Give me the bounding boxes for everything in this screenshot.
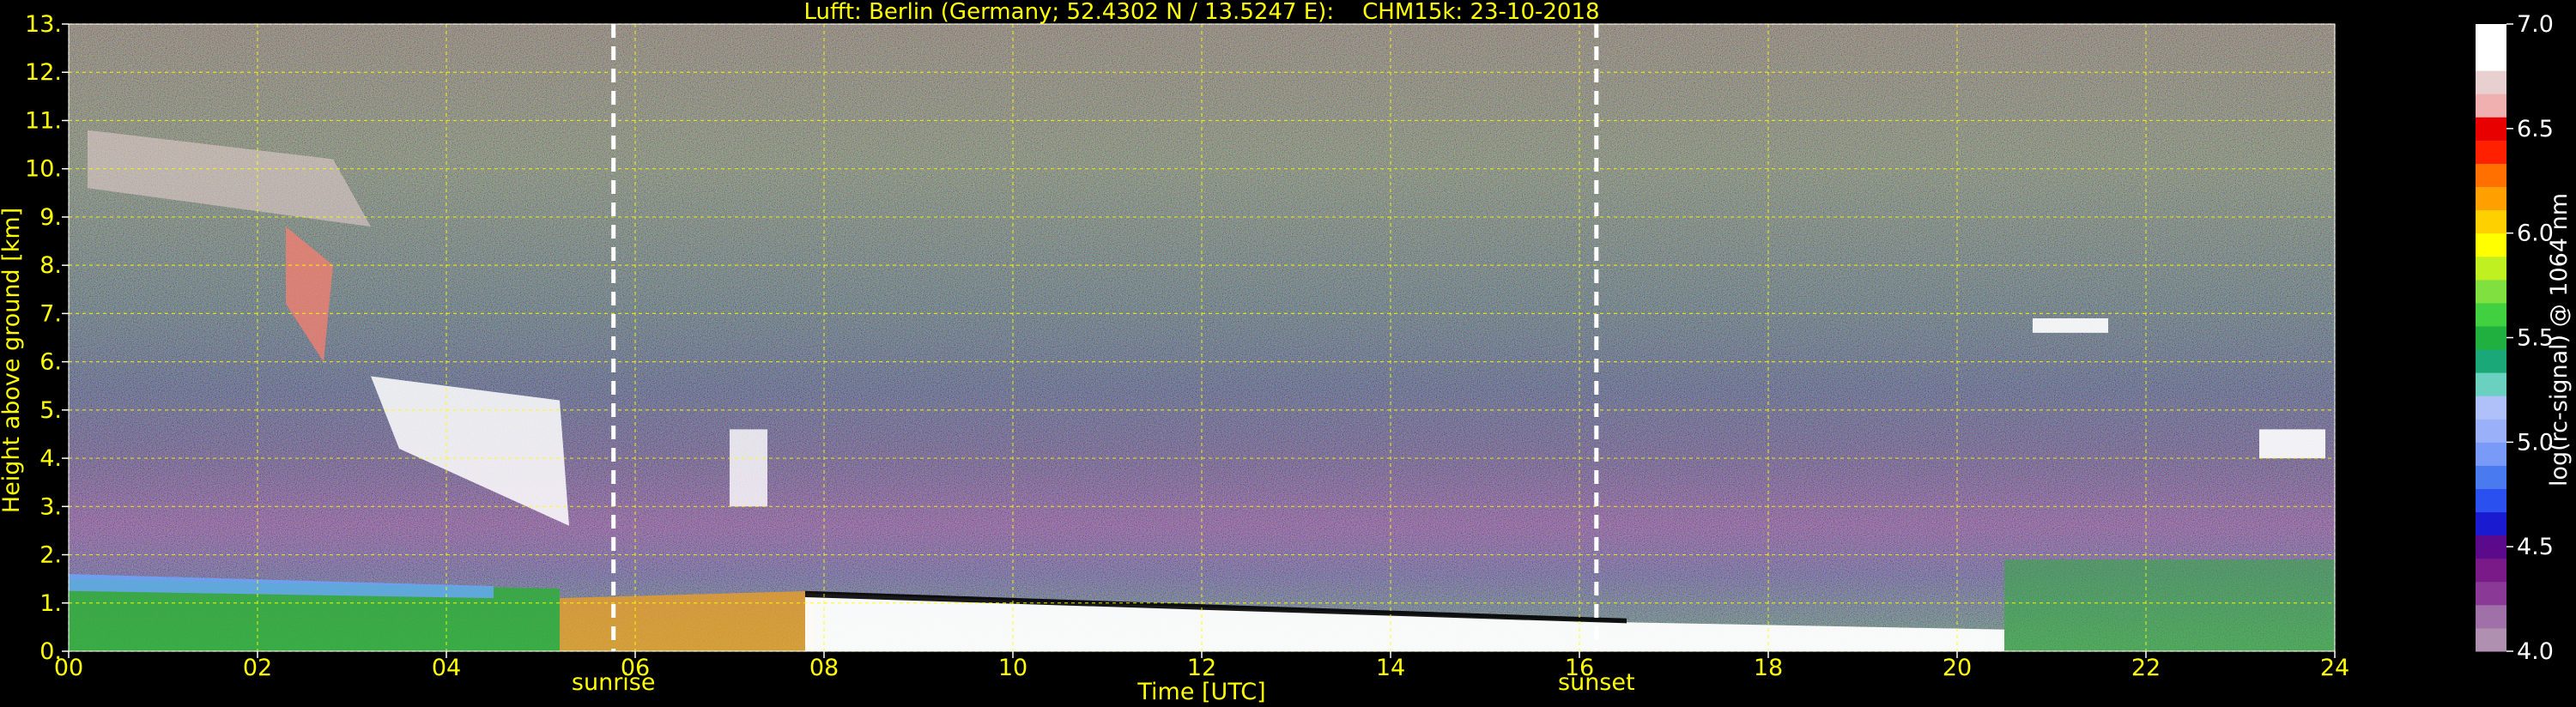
- colorbar-segment: [2476, 325, 2506, 350]
- sun-marker-labels: sunrise sunset: [572, 669, 1635, 696]
- x-axis-ticks: 00 02 04 06 08 10 12 14 16 18 20 22 24: [54, 651, 2349, 681]
- colorbar-segment: [2476, 47, 2506, 71]
- colorbar-segment: [2476, 209, 2506, 234]
- x-tick-label: 10: [998, 655, 1027, 681]
- colorbar-segment: [2476, 186, 2506, 211]
- y-tick-label: 1.: [39, 590, 62, 617]
- plot-noise-texture: [69, 24, 2335, 651]
- colorbar-segment: [2476, 581, 2506, 606]
- x-tick-label: 18: [1754, 655, 1783, 681]
- y-tick-label: 7.: [39, 300, 62, 327]
- y-tick-label: 9.: [39, 204, 62, 231]
- y-tick-label: 4.: [39, 445, 62, 472]
- colorbar-segment: [2476, 558, 2506, 583]
- colorbar-segment: [2476, 511, 2506, 536]
- colorbar-segment: [2476, 302, 2506, 327]
- evening-layer: [2004, 559, 2335, 651]
- x-tick-label: 24: [2320, 655, 2349, 681]
- ceilometer-chart: 00 02 04 06 08 10 12 14 16 18 20 22 24 0.1.2.3.4.5.6…: [0, 0, 2573, 705]
- y-tick-label: 13.: [25, 11, 62, 38]
- colorbar-segment: [2476, 233, 2506, 257]
- colorbar-segment: [2476, 70, 2506, 94]
- cloud-patch-2100: [2033, 318, 2108, 333]
- x-tick-label: 20: [1943, 655, 1972, 681]
- y-tick-label: 8.: [39, 252, 62, 279]
- colorbar-tick-label: 4.5: [2517, 534, 2554, 560]
- x-tick-label: 04: [432, 655, 461, 681]
- cloud-patch-2330: [2259, 429, 2325, 459]
- chart-title: Lufft: Berlin (Germany; 52.4302 N / 13.5…: [803, 0, 1599, 25]
- cloud-patch-0730: [730, 429, 767, 507]
- colorbar-segment: [2476, 396, 2506, 420]
- colorbar-segment: [2476, 256, 2506, 281]
- y-tick-label: 6.: [39, 349, 62, 376]
- y-tick-label: 5.: [39, 397, 62, 424]
- colorbar-segment: [2476, 94, 2506, 118]
- colorbar-segment: [2476, 419, 2506, 443]
- sunset-label: sunset: [1558, 669, 1635, 696]
- colorbar: 4.04.55.05.56.06.57.0 log(rc-signal) @ 1…: [2476, 11, 2573, 665]
- x-axis-label: Time [UTC]: [1136, 679, 1265, 705]
- y-axis-label: Height above ground [km]: [0, 208, 25, 513]
- x-tick-label: 12: [1187, 655, 1216, 681]
- colorbar-segment: [2476, 117, 2506, 141]
- colorbar-segment: [2476, 372, 2506, 396]
- x-tick-label: 08: [809, 655, 839, 681]
- colorbar-tick-label: 6.5: [2517, 116, 2554, 142]
- colorbar-segment: [2476, 163, 2506, 188]
- colorbar-segment: [2476, 488, 2506, 513]
- colorbar-segment: [2476, 140, 2506, 164]
- colorbar-segments: [2476, 24, 2506, 652]
- x-tick-label: 14: [1376, 655, 1405, 681]
- colorbar-tick-label: 7.0: [2517, 11, 2554, 38]
- y-tick-label: 3.: [39, 493, 62, 520]
- colorbar-segment: [2476, 604, 2506, 629]
- colorbar-segment: [2476, 465, 2506, 489]
- plot-area: [68, 23, 2336, 652]
- y-tick-label: 12.: [25, 59, 62, 86]
- colorbar-segment: [2476, 349, 2506, 373]
- y-tick-label: 11.: [25, 107, 62, 134]
- sunrise-label: sunrise: [572, 669, 656, 696]
- colorbar-segment: [2476, 24, 2506, 48]
- x-tick-label: 22: [2131, 655, 2161, 681]
- colorbar-segment: [2476, 279, 2506, 304]
- y-tick-label: 10.: [25, 156, 62, 183]
- colorbar-tick-label: 4.0: [2517, 638, 2554, 665]
- y-tick-label: 0.: [39, 638, 62, 665]
- colorbar-segment: [2476, 442, 2506, 466]
- x-tick-label: 02: [243, 655, 272, 681]
- y-tick-label: 2.: [39, 542, 62, 569]
- boundary-layer-orange: [560, 590, 815, 651]
- colorbar-segment: [2476, 627, 2506, 652]
- colorbar-segment: [2476, 535, 2506, 559]
- y-axis-ticks: 0. 1. 2. 3. 4. 5. 6. 7. 8. 9. 10. 11. 12. 13.: [25, 11, 69, 665]
- colorbar-label: log(rc-signal) @ 1064 nm: [2546, 193, 2573, 486]
